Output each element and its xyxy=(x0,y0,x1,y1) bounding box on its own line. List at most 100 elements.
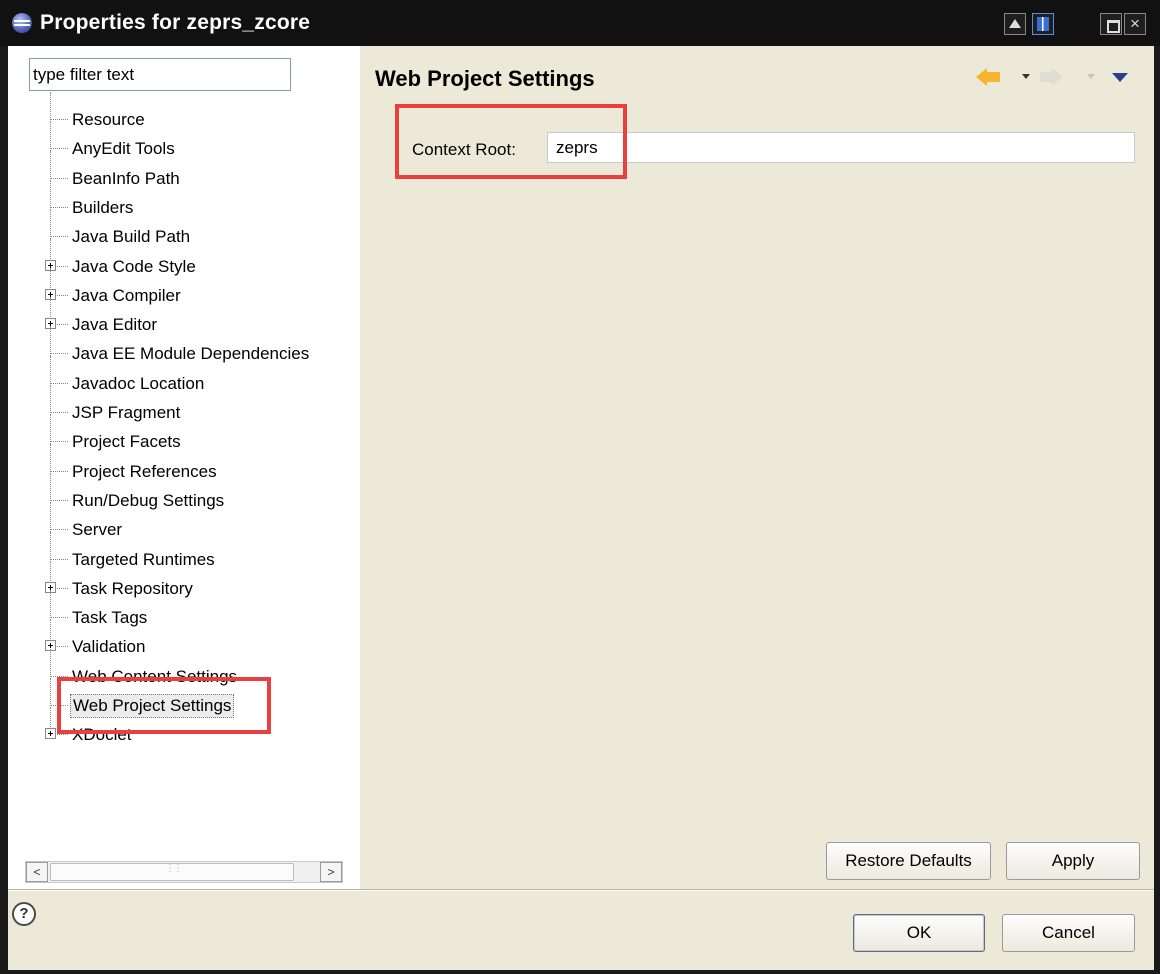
tree-item[interactable]: XDoclet xyxy=(8,707,348,747)
tree-connector xyxy=(50,356,51,386)
eclipse-icon xyxy=(12,13,32,33)
tree-connector xyxy=(50,473,51,503)
tree-item[interactable]: Server xyxy=(8,502,348,542)
tree-item-label: Java Code Style xyxy=(72,257,196,276)
back-arrow-icon[interactable] xyxy=(976,68,1002,86)
tree-item[interactable]: Resource xyxy=(8,92,348,132)
tree-connector xyxy=(50,444,51,474)
restore-defaults-button[interactable]: Restore Defaults xyxy=(826,842,991,880)
tree-connector xyxy=(50,678,51,708)
pin-icon[interactable] xyxy=(1032,13,1054,35)
window-title: Properties for zeprs_zcore xyxy=(40,11,311,34)
tree-item[interactable]: Java Code Style xyxy=(8,239,348,279)
tree-connector xyxy=(50,441,68,442)
tree-item-label: Web Content Settings xyxy=(72,667,238,686)
horizontal-scrollbar[interactable]: < > xyxy=(25,861,343,883)
tree-item[interactable]: Java EE Module Dependencies xyxy=(8,326,348,366)
tree-connector xyxy=(50,617,68,618)
settings-page: Web Project Settings Context Root: Resto… xyxy=(374,46,1154,889)
tree-item[interactable]: Web Content Settings xyxy=(8,649,348,689)
tree-connector xyxy=(50,92,51,122)
tree-item-label: Java Build Path xyxy=(72,227,191,246)
page-title: Web Project Settings xyxy=(375,66,595,91)
tree-connector xyxy=(50,383,68,384)
tree-item[interactable]: Java Build Path xyxy=(8,209,348,249)
tree-item-label: Java Editor xyxy=(72,315,158,334)
tree-item[interactable]: JSP Fragment xyxy=(8,385,348,425)
tree-item-label: JSP Fragment xyxy=(72,403,181,422)
close-button[interactable]: × xyxy=(1124,13,1146,35)
tree-connector xyxy=(50,676,68,677)
tree-item-label: Task Tags xyxy=(72,608,148,627)
pane-divider[interactable] xyxy=(360,46,374,889)
tree-item[interactable]: Javadoc Location xyxy=(8,356,348,396)
tree-item[interactable]: Validation xyxy=(8,619,348,659)
tree-connector xyxy=(50,178,68,179)
back-dropdown-icon[interactable] xyxy=(1022,74,1030,79)
scroll-right-button[interactable]: > xyxy=(320,862,342,882)
tree-item-label: Builders xyxy=(72,198,134,217)
tree-item[interactable]: Project Facets xyxy=(8,414,348,454)
forward-dropdown-icon[interactable] xyxy=(1087,74,1095,79)
tree-item-label: AnyEdit Tools xyxy=(72,139,175,158)
tree-connector xyxy=(50,180,51,210)
tree-item-label: Run/Debug Settings xyxy=(72,491,225,510)
tree-item-label: BeanInfo Path xyxy=(72,169,180,188)
help-icon[interactable]: ? xyxy=(12,902,36,926)
scroll-thumb[interactable] xyxy=(50,863,294,881)
filter-input[interactable] xyxy=(29,58,291,91)
tree-connector xyxy=(50,532,51,562)
tree-item[interactable]: AnyEdit Tools xyxy=(8,121,348,161)
tree-item[interactable]: BeanInfo Path xyxy=(8,151,348,191)
tree-item-label: Targeted Runtimes xyxy=(72,550,215,569)
tree-item[interactable]: Java Editor xyxy=(8,297,348,337)
tree-item-label: Resource xyxy=(72,110,145,129)
tree-item-label: Server xyxy=(72,520,123,539)
context-root-input[interactable] xyxy=(547,132,1135,163)
ok-button[interactable]: OK xyxy=(853,914,985,952)
context-root-label: Context Root: xyxy=(412,140,516,159)
tree-connector xyxy=(50,500,68,501)
minimize-pane-icon[interactable] xyxy=(1004,13,1026,35)
tree-connector xyxy=(50,705,68,706)
tree-connector xyxy=(50,502,51,532)
tree-item[interactable]: Run/Debug Settings xyxy=(8,473,348,513)
tree-item[interactable]: Targeted Runtimes xyxy=(8,532,348,572)
left-pane: Resource AnyEdit Tools BeanInfo Path Builde… xyxy=(8,46,360,889)
tree-connector xyxy=(50,414,51,444)
tree-item[interactable]: Builders xyxy=(8,180,348,220)
maximize-button[interactable] xyxy=(1100,13,1122,35)
tree-item[interactable]: Project References xyxy=(8,444,348,484)
properties-dialog: Properties for zeprs_zcore × Resource Any… xyxy=(0,0,1160,974)
view-menu-icon[interactable] xyxy=(1112,73,1128,82)
tree-connector xyxy=(50,207,68,208)
tree-connector xyxy=(50,471,68,472)
tree-connector xyxy=(50,559,68,560)
tree-connector xyxy=(50,119,68,120)
scroll-left-button[interactable]: < xyxy=(26,862,48,882)
tree-item[interactable]: Java Compiler xyxy=(8,268,348,308)
tree-item-label: Javadoc Location xyxy=(72,374,205,393)
tree-connector xyxy=(50,590,51,620)
apply-button[interactable]: Apply xyxy=(1006,842,1140,880)
tree-connector xyxy=(50,148,68,149)
expand-icon[interactable] xyxy=(45,728,56,739)
tree-item[interactable]: Task Repository xyxy=(8,561,348,601)
navigation-toolbar xyxy=(976,64,1136,92)
bottom-separator xyxy=(8,889,1154,891)
tree-connector xyxy=(50,236,68,237)
tree-connector xyxy=(50,353,68,354)
tree-item-label: Web Project Settings xyxy=(70,694,235,718)
tree-item-label: Validation xyxy=(72,637,146,656)
tree-item-label: XDoclet xyxy=(72,725,132,744)
tree-item-label: Java EE Module Dependencies xyxy=(72,344,310,363)
title-bar[interactable]: Properties for zeprs_zcore × xyxy=(0,0,1160,46)
cancel-button[interactable]: Cancel xyxy=(1002,914,1135,952)
tree-item[interactable]: Web Project Settings xyxy=(8,678,348,718)
tree-item-label: Project Facets xyxy=(72,432,181,451)
tree-item[interactable]: Task Tags xyxy=(8,590,348,630)
tree-connector xyxy=(50,649,51,679)
tree-connector xyxy=(50,151,51,181)
tree-connector xyxy=(50,326,51,356)
forward-arrow-icon[interactable] xyxy=(1040,68,1066,86)
